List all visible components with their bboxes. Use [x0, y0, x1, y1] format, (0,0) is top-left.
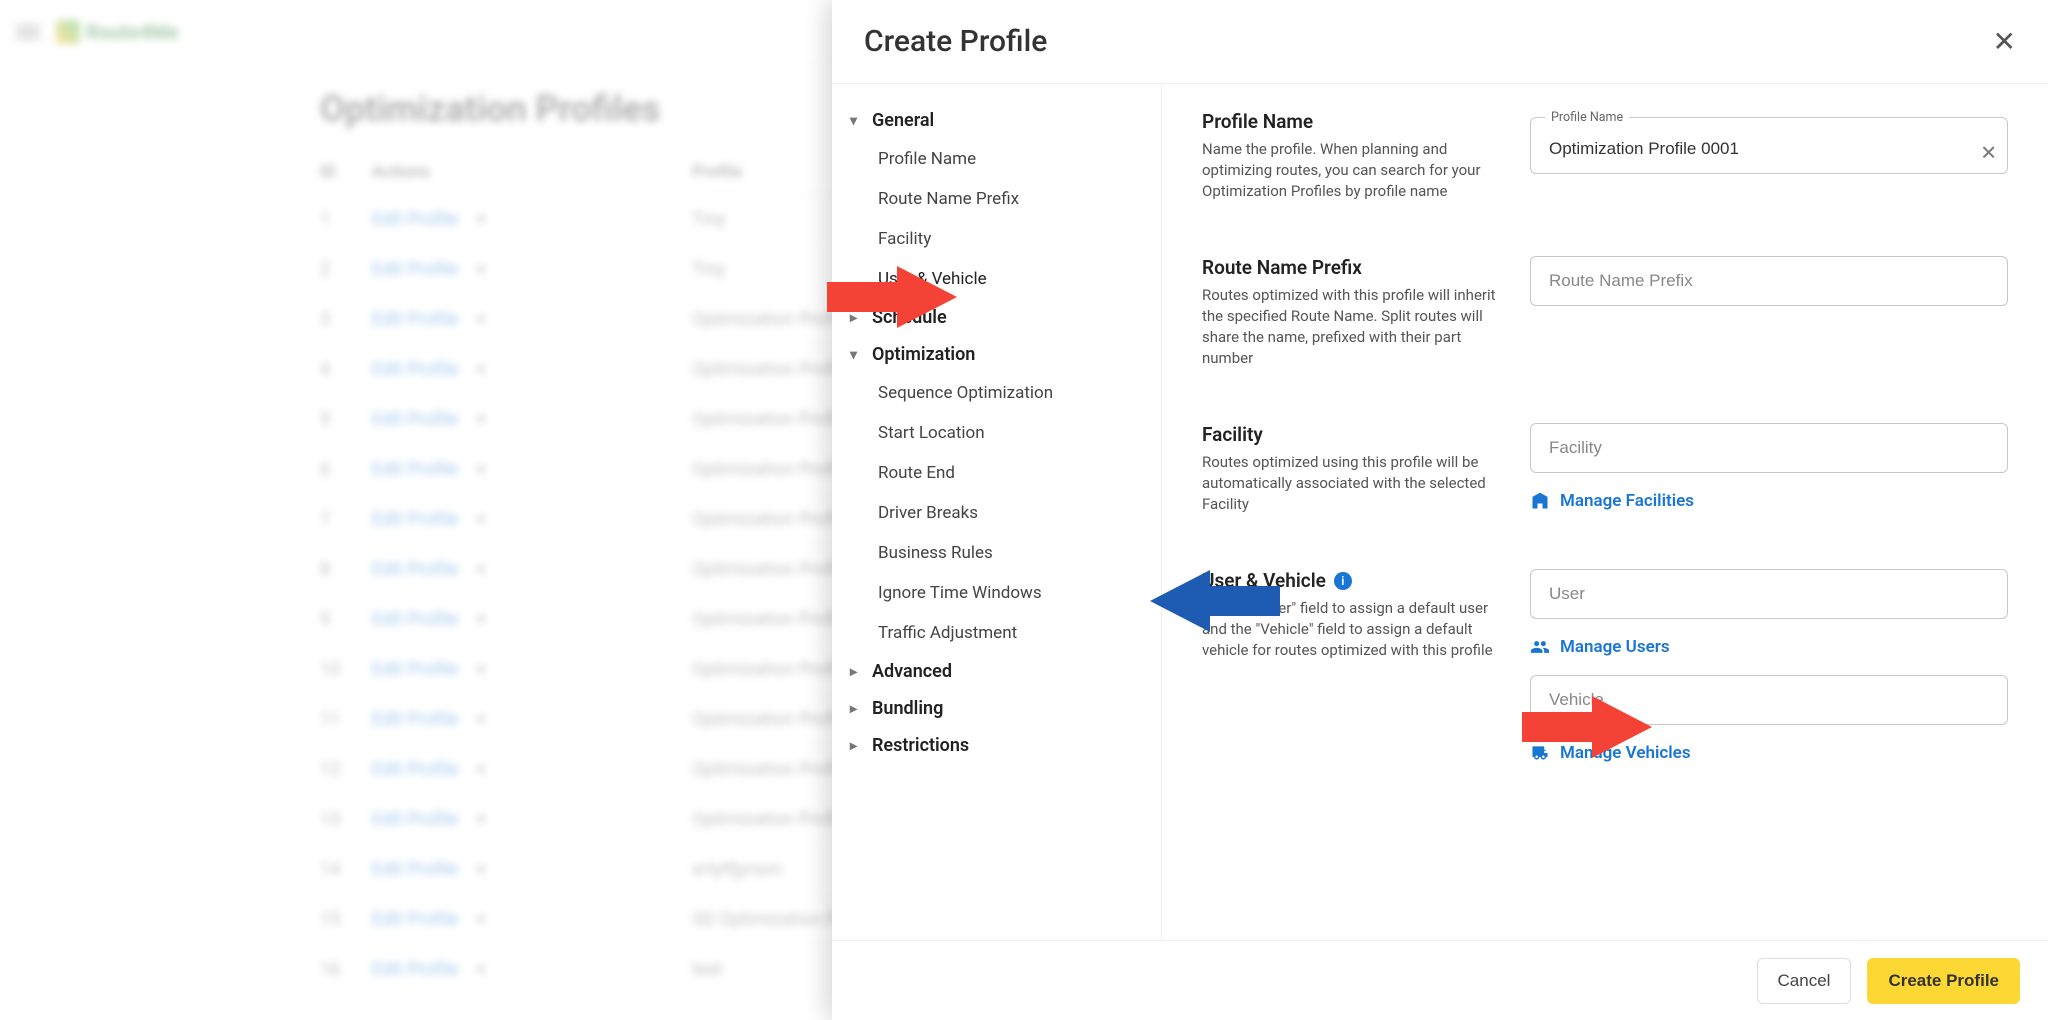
nav-item-route-end[interactable]: Route End	[842, 453, 1151, 493]
nav-label: Bundling	[872, 698, 943, 719]
nav-label: Optimization	[872, 344, 975, 365]
facility-input[interactable]	[1531, 424, 2007, 472]
nav-section-optimization[interactable]: ▾ Optimization	[842, 336, 1151, 373]
chevron-down-icon: ▾	[850, 347, 864, 363]
field-desc: Name the profile. When planning and opti…	[1202, 139, 1498, 202]
nav-label: Restrictions	[872, 735, 969, 756]
nav-item-business-rules[interactable]: Business Rules	[842, 533, 1151, 573]
nav-section-advanced[interactable]: ▸ Advanced	[842, 653, 1151, 690]
chevron-down-icon: ▾	[850, 113, 864, 129]
link-label: Manage Facilities	[1560, 491, 1694, 511]
annotation-arrow-red-2-icon	[1522, 696, 1652, 758]
nav-item-sequence-optimization[interactable]: Sequence Optimization	[842, 373, 1151, 413]
drawer-content: Profile Name Name the profile. When plan…	[1162, 84, 2048, 940]
input-legend: Profile Name	[1545, 110, 1629, 125]
manage-users-link[interactable]: Manage Users	[1530, 637, 2008, 657]
field-title: Facility	[1202, 423, 1498, 446]
info-icon[interactable]: i	[1334, 572, 1352, 590]
field-profile-name: Profile Name Name the profile. When plan…	[1202, 110, 2008, 202]
nav-item-start-location[interactable]: Start Location	[842, 413, 1151, 453]
users-icon	[1530, 637, 1550, 657]
nav-label: General	[872, 110, 934, 131]
field-title: Route Name Prefix	[1202, 256, 1498, 279]
manage-facilities-link[interactable]: Manage Facilities	[1530, 491, 2008, 511]
route-prefix-input-wrap	[1530, 256, 2008, 306]
user-input-wrap	[1530, 569, 2008, 619]
profile-name-input-wrap: Profile Name ✕	[1530, 110, 2008, 174]
nav-item-traffic-adjustment[interactable]: Traffic Adjustment	[842, 613, 1151, 653]
create-profile-button[interactable]: Create Profile	[1867, 958, 2020, 1004]
route-prefix-input[interactable]	[1531, 257, 2007, 305]
drawer-footer: Cancel Create Profile	[832, 940, 2048, 1020]
cancel-button[interactable]: Cancel	[1757, 958, 1852, 1004]
nav-item-facility[interactable]: Facility	[842, 219, 1151, 259]
profile-name-input[interactable]	[1531, 125, 2007, 173]
nav-item-route-name-prefix[interactable]: Route Name Prefix	[842, 179, 1151, 219]
building-icon	[1530, 491, 1550, 511]
nav-section-bundling[interactable]: ▸ Bundling	[842, 690, 1151, 727]
drawer-title: Create Profile	[864, 24, 1047, 59]
field-desc: Routes optimized using this profile will…	[1202, 452, 1498, 515]
field-desc: Routes optimized with this profile will …	[1202, 285, 1498, 369]
nav-item-profile-name[interactable]: Profile Name	[842, 139, 1151, 179]
field-title: Profile Name	[1202, 110, 1498, 133]
nav-item-ignore-time-windows[interactable]: Ignore Time Windows	[842, 573, 1151, 613]
annotation-arrow-blue-icon	[1150, 570, 1280, 632]
facility-input-wrap	[1530, 423, 2008, 473]
chevron-right-icon: ▸	[850, 664, 864, 680]
nav-label: Advanced	[872, 661, 952, 682]
drawer-side-nav: ▾ General Profile Name Route Name Prefix…	[832, 84, 1162, 940]
clear-icon[interactable]: ✕	[1980, 141, 1997, 165]
chevron-right-icon: ▸	[850, 738, 864, 754]
chevron-right-icon: ▸	[850, 701, 864, 717]
create-profile-drawer: Create Profile ✕ ▾ General Profile Name …	[832, 0, 2048, 1020]
field-facility: Facility Routes optimized using this pro…	[1202, 423, 2008, 515]
link-label: Manage Users	[1560, 637, 1670, 657]
close-icon[interactable]: ✕	[1993, 28, 2016, 56]
nav-section-general[interactable]: ▾ General	[842, 102, 1151, 139]
drawer-header: Create Profile ✕	[832, 0, 2048, 84]
annotation-arrow-red-1-icon	[827, 266, 957, 328]
nav-section-restrictions[interactable]: ▸ Restrictions	[842, 727, 1151, 764]
field-route-name-prefix: Route Name Prefix Routes optimized with …	[1202, 256, 2008, 369]
user-input[interactable]	[1531, 570, 2007, 618]
nav-item-driver-breaks[interactable]: Driver Breaks	[842, 493, 1151, 533]
